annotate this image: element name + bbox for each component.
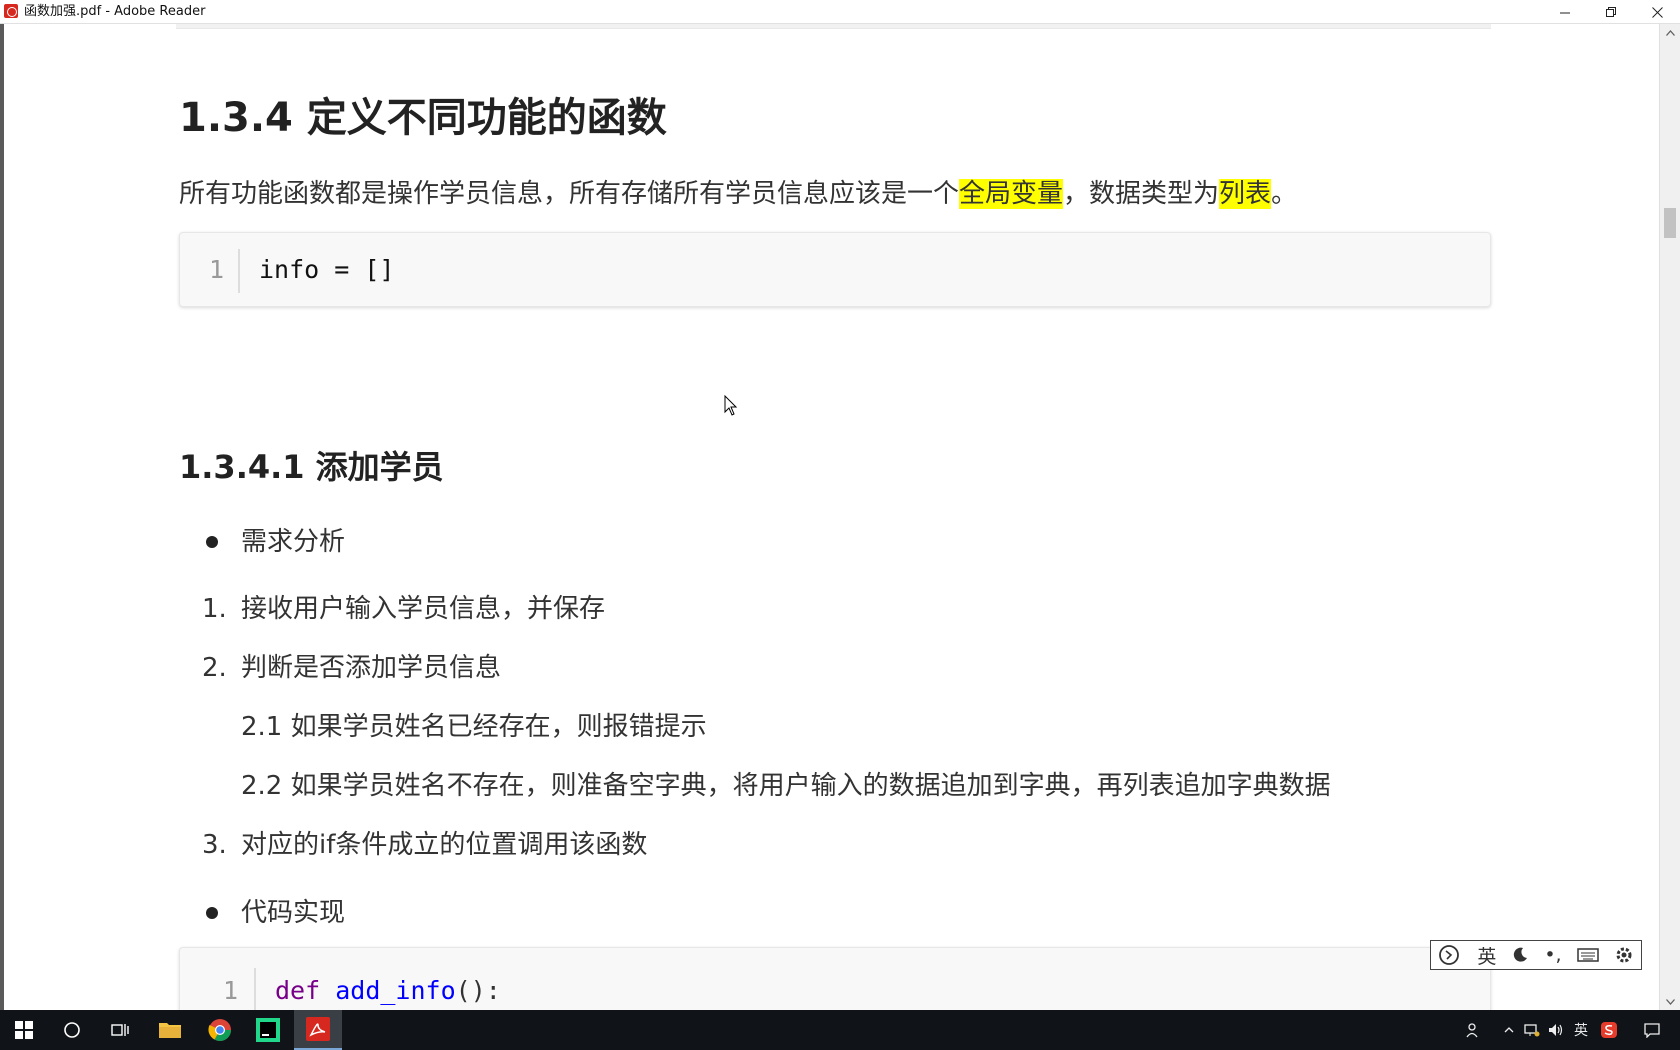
step-text: 对应的if条件成立的位置调用该函数: [241, 830, 648, 860]
minimize-icon: [1559, 12, 1570, 13]
folder-icon: [159, 1023, 181, 1038]
window-title: 函数加强.pdf - Adobe Reader: [24, 4, 206, 19]
line-number: 1: [222, 976, 238, 1005]
ime-language-toggle[interactable]: 英: [1477, 942, 1496, 969]
title-bar: 函数加强.pdf - Adobe Reader: [0, 0, 1680, 24]
intro-text-1: 所有功能函数都是操作学员信息，所有存储所有学员信息应该是一个: [179, 179, 960, 209]
window-controls: [1542, 0, 1680, 24]
scroll-up-button[interactable]: [1660, 24, 1680, 41]
line-number: 1: [208, 255, 224, 284]
sogou-logo-icon[interactable]: [1438, 944, 1462, 966]
subsection-heading: 1.3.4.1 添加学员: [179, 448, 444, 486]
bullet-dot: [206, 907, 218, 919]
step-text: 判断是否添加学员信息: [241, 653, 502, 683]
highlight-list: 列表: [1219, 179, 1272, 209]
cortana-circle-icon: [64, 1022, 80, 1038]
substep-text: 2.2 如果学员姓名不存在，则准备空字典，将用户输入的数据追加到字典，再列表追加…: [241, 771, 1331, 801]
step-text: 接收用户输入学员信息，并保存: [241, 594, 606, 624]
vertical-scrollbar[interactable]: [1659, 24, 1680, 1010]
intro-paragraph: 所有功能函数都是操作学员信息，所有存储所有学员信息应该是一个全局变量，数据类型为…: [179, 174, 1297, 214]
search-button[interactable]: [48, 1010, 96, 1050]
intro-text-3: 。: [1271, 179, 1298, 209]
document-viewer[interactable]: 1.3.4 定义不同功能的函数 所有功能函数都是操作学员信息，所有存储所有学员信…: [0, 24, 1680, 1037]
close-icon: [1651, 6, 1663, 18]
code-gutter: [238, 249, 240, 293]
taskbar-adobe-reader[interactable]: [294, 1010, 342, 1050]
step-number: 3.: [202, 830, 227, 860]
sogou-tray-icon[interactable]: [1596, 1010, 1622, 1050]
restore-icon: [1605, 6, 1616, 17]
taskbar-file-explorer[interactable]: [146, 1010, 194, 1050]
chevron-up-icon[interactable]: [1498, 1010, 1520, 1050]
people-icon[interactable]: [1460, 1010, 1488, 1050]
substep-text: 2.1 如果学员姓名已经存在，则报错提示: [241, 712, 707, 742]
moon-icon[interactable]: [1511, 946, 1529, 964]
restore-button[interactable]: [1588, 0, 1634, 24]
task-view-button[interactable]: [96, 1010, 144, 1050]
minimize-button[interactable]: [1542, 0, 1588, 24]
highlight-global-variable: 全局变量: [959, 179, 1064, 209]
code-punctuation: ():: [455, 976, 501, 1005]
previous-code-block-edge: [176, 24, 1491, 29]
ime-punctuation-toggle[interactable]: •,: [1544, 944, 1561, 966]
taskbar: 英: [0, 1010, 1680, 1050]
intro-text-2: ，数据类型为: [1063, 179, 1220, 209]
taskbar-chrome[interactable]: [196, 1010, 244, 1050]
section-heading: 1.3.4 定义不同功能的函数: [179, 95, 667, 141]
adobe-reader-icon: [4, 4, 18, 18]
scroll-down-button[interactable]: [1660, 993, 1680, 1010]
code-text: info = []: [259, 255, 395, 284]
pdf-page: 1.3.4 定义不同功能的函数 所有功能函数都是操作学员信息，所有存储所有学员信…: [4, 24, 1658, 1037]
taskbar-pycharm[interactable]: [244, 1010, 292, 1050]
bullet-dot: [206, 536, 218, 548]
input-language-indicator[interactable]: 英: [1568, 1010, 1594, 1050]
volume-icon[interactable]: [1544, 1010, 1568, 1050]
windows-logo-icon: [15, 1021, 33, 1039]
adobe-reader-taskbar-icon: [306, 1017, 330, 1041]
keyboard-icon[interactable]: [1576, 947, 1599, 963]
chevron-up-icon: [1665, 29, 1675, 36]
action-center-icon[interactable]: [1632, 1010, 1672, 1050]
chrome-icon: [208, 1019, 231, 1041]
mouse-pointer-icon: [724, 395, 738, 416]
code-function-name: add_info: [335, 976, 456, 1005]
gear-icon[interactable]: [1614, 945, 1634, 965]
pycharm-icon: [256, 1018, 280, 1042]
task-view-icon: [111, 1024, 129, 1036]
step-number: 2.: [202, 653, 227, 683]
bullet-analysis: 需求分析: [241, 527, 346, 557]
scroll-thumb[interactable]: [1664, 208, 1676, 238]
step-number: 1.: [202, 594, 227, 624]
code-text: def add_info():: [275, 976, 501, 1005]
ime-toolbar[interactable]: 英 •,: [1430, 940, 1642, 970]
code-block-info: 1 info = []: [179, 232, 1491, 307]
chevron-down-icon: [1665, 998, 1675, 1005]
close-button[interactable]: [1634, 0, 1680, 24]
network-icon[interactable]: [1520, 1010, 1544, 1050]
start-button[interactable]: [0, 1010, 48, 1050]
code-keyword: def: [275, 976, 321, 1005]
bullet-implementation: 代码实现: [241, 898, 346, 928]
